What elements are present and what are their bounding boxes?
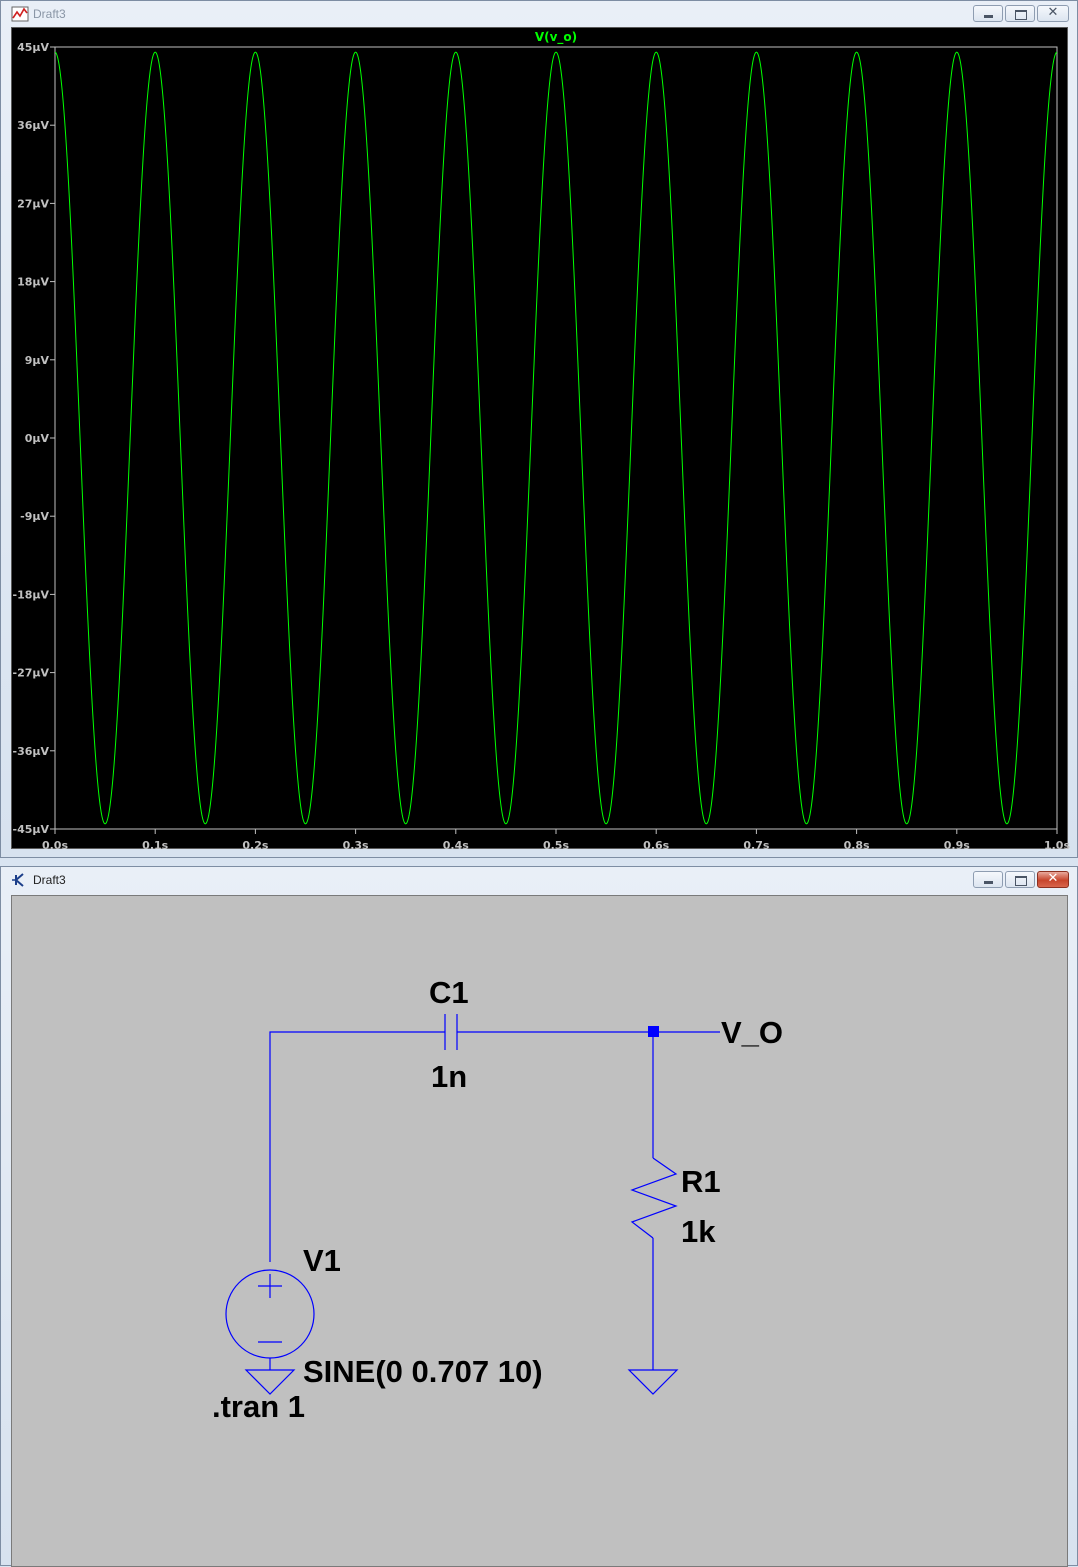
r1-value[interactable]: 1k — [681, 1214, 716, 1249]
series-line-v-v-o[interactable] — [54, 51, 1058, 825]
ground-symbol-r1[interactable] — [627, 1369, 679, 1395]
x-tick-label: 1.0s — [1044, 839, 1070, 852]
schematic-canvas[interactable]: C1 1n V_O R1 1k V1 SINE(0 0.707 10) .tra… — [11, 895, 1068, 1567]
x-tick-label: 0.6s — [643, 839, 669, 852]
y-tick-label: 9µV — [25, 354, 50, 367]
waveform-plot-area[interactable]: V(v_o) 45µV 36µV 27µV 18µV 9µV 0µV -9µV -18µV -2… — [11, 27, 1071, 852]
schematic-icon — [12, 873, 24, 887]
y-tick-label: 27µV — [17, 197, 49, 210]
x-tick-label: 0.5s — [543, 839, 569, 852]
y-tick-label: -9µV — [20, 510, 49, 523]
plot-window[interactable]: Draft3 ✕ V(v_o) 45µV 36µV 27µV 18µV 9µV 0µV -9… — [0, 0, 1078, 858]
net-junction[interactable] — [648, 1026, 659, 1037]
c1-name[interactable]: C1 — [429, 975, 469, 1010]
waveform-icon — [11, 6, 29, 22]
net-label-vo[interactable]: V_O — [721, 1015, 783, 1050]
close-button[interactable]: ✕ — [1037, 5, 1069, 22]
y-tick-label: 36µV — [17, 119, 49, 132]
y-tick-label: -18µV — [13, 588, 50, 601]
resistor-r1[interactable] — [630, 1157, 678, 1239]
x-tick-label: 0.0s — [42, 839, 68, 852]
schematic-window[interactable]: Draft3 ✕ C1 1n V_O R1 1k V1 SINE(0 0.707… — [0, 866, 1078, 1567]
y-tick-label: 0µV — [25, 432, 50, 445]
close-button[interactable]: ✕ — [1037, 871, 1069, 888]
x-tick-label: 0.2s — [242, 839, 268, 852]
plot-frame — [54, 46, 1058, 830]
x-tick-label: 0.9s — [944, 839, 970, 852]
restore-icon — [1015, 876, 1027, 886]
restore-button[interactable] — [1005, 5, 1035, 22]
schematic-drawing[interactable]: C1 1n V_O R1 1k V1 SINE(0 0.707 10) .tra… — [12, 896, 1070, 1566]
spice-directive[interactable]: .tran 1 — [212, 1389, 305, 1424]
plot-window-title: Draft3 — [33, 7, 66, 21]
minimize-button[interactable] — [973, 5, 1003, 22]
minimize-icon — [984, 881, 993, 884]
c1-value[interactable]: 1n — [431, 1059, 467, 1094]
x-tick-label: 0.1s — [142, 839, 168, 852]
restore-button[interactable] — [1005, 871, 1035, 888]
close-icon: ✕ — [1047, 5, 1059, 20]
close-icon: ✕ — [1047, 871, 1059, 886]
y-tick-label: -45µV — [13, 823, 50, 836]
restore-icon — [1015, 10, 1027, 20]
waveform-chart[interactable]: V(v_o) 45µV 36µV 27µV 18µV 9µV 0µV -9µV -18µV -2… — [12, 28, 1071, 852]
minimize-button[interactable] — [973, 871, 1003, 888]
x-tick-label: 0.7s — [743, 839, 769, 852]
x-tick-label: 0.4s — [443, 839, 469, 852]
v1-name[interactable]: V1 — [303, 1243, 341, 1278]
y-tick-label: 18µV — [17, 276, 49, 289]
schematic-titlebar[interactable]: Draft3 ✕ — [1, 867, 1077, 893]
wire-v1-to-c1[interactable] — [269, 1031, 445, 1262]
trace-label[interactable]: V(v_o) — [535, 30, 577, 45]
y-tick-label: 45µV — [17, 41, 49, 54]
x-tick-label: 0.8s — [844, 839, 870, 852]
y-tick-label: -27µV — [13, 667, 50, 680]
y-tick-label: -36µV — [13, 745, 50, 758]
r1-name[interactable]: R1 — [681, 1164, 721, 1199]
x-tick-label: 0.3s — [343, 839, 369, 852]
schematic-window-title: Draft3 — [33, 873, 66, 887]
plot-titlebar[interactable]: Draft3 ✕ — [1, 1, 1077, 27]
v1-value[interactable]: SINE(0 0.707 10) — [303, 1354, 543, 1389]
minimize-icon — [984, 15, 993, 18]
